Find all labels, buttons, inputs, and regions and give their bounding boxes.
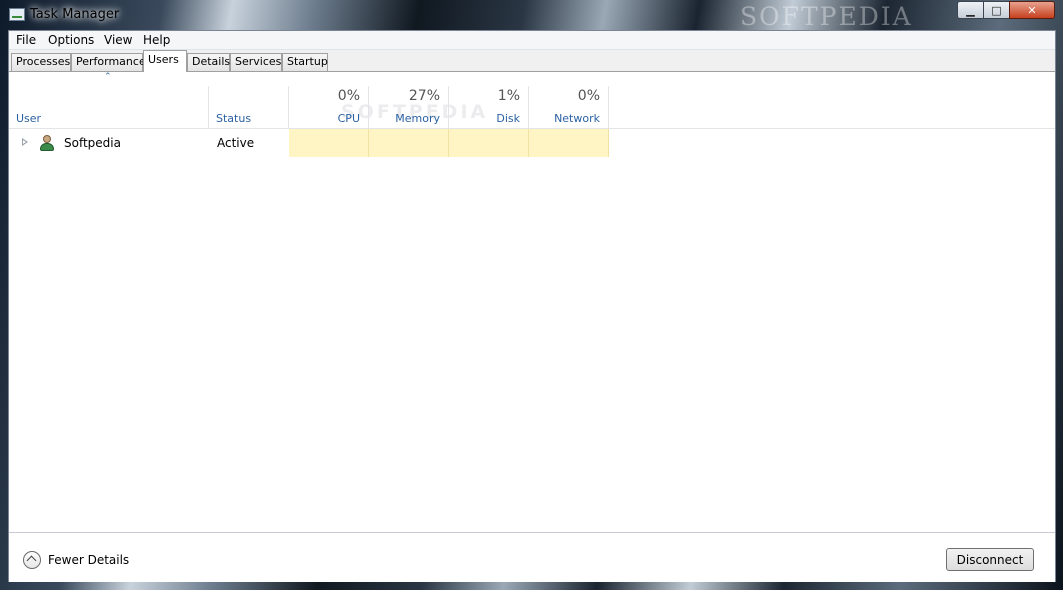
- collapse-arrow-icon[interactable]: ⌃: [104, 72, 112, 82]
- user-icon-head: [43, 135, 51, 143]
- tab-services[interactable]: Services: [230, 53, 282, 71]
- tab-users[interactable]: Users: [143, 50, 187, 72]
- tab-startup[interactable]: Startup: [282, 53, 328, 71]
- tab-details[interactable]: Details: [187, 53, 230, 71]
- task-manager-icon: [9, 8, 25, 21]
- menu-bar: File Options View Help: [9, 31, 1055, 50]
- window-controls: ▁ □ ✕: [957, 1, 1055, 19]
- window-title: Task Manager: [30, 7, 120, 22]
- column-label-memory: Memory: [395, 112, 440, 125]
- column-header-status[interactable]: Status: [209, 86, 289, 129]
- table-row[interactable]: Softpedia Active: [9, 129, 1055, 157]
- title-bar[interactable]: Task Manager SOFTPEDIA ▁ □ ✕: [0, 0, 1063, 31]
- user-status: Active: [217, 136, 255, 150]
- maximize-button[interactable]: □: [983, 1, 1010, 19]
- network-cell: [529, 129, 609, 157]
- column-label-user: User: [16, 112, 42, 125]
- tab-performance[interactable]: Performance: [71, 53, 146, 71]
- user-icon: [39, 135, 55, 151]
- task-manager-window: Task Manager SOFTPEDIA ▁ □ ✕ File Option…: [0, 0, 1063, 590]
- cpu-percent: 0%: [337, 88, 360, 104]
- fewer-details-link[interactable]: Fewer Details: [48, 553, 129, 567]
- column-label-status: Status: [216, 112, 252, 125]
- watermark: SOFTPEDIA: [740, 2, 913, 31]
- disconnect-button[interactable]: Disconnect: [946, 548, 1034, 571]
- tab-processes[interactable]: Processes: [11, 53, 71, 71]
- disk-percent: 1%: [497, 88, 520, 104]
- user-name: Softpedia: [64, 136, 121, 150]
- network-percent: 0%: [577, 88, 600, 104]
- minimize-icon: ▁: [966, 3, 975, 17]
- menu-options[interactable]: Options: [48, 33, 94, 47]
- cpu-cell: [289, 129, 369, 157]
- column-label-cpu: CPU: [337, 112, 360, 125]
- column-header-cpu[interactable]: 0% CPU: [289, 86, 369, 129]
- memory-percent: 27%: [408, 88, 440, 104]
- column-header-network[interactable]: 0% Network: [529, 86, 609, 129]
- column-header-user[interactable]: User: [9, 86, 209, 129]
- client-area: File Options View Help Processes Perform…: [8, 30, 1056, 582]
- close-button[interactable]: ✕: [1009, 1, 1055, 19]
- column-label-network: Network: [554, 112, 600, 125]
- close-icon: ✕: [1027, 3, 1037, 17]
- tab-strip: Processes Performance Users Details Serv…: [9, 50, 1055, 72]
- menu-view[interactable]: View: [104, 33, 132, 47]
- column-header-disk[interactable]: 1% Disk: [449, 86, 529, 129]
- chevron-up-icon[interactable]: [23, 551, 41, 569]
- maximize-icon: □: [991, 3, 1002, 17]
- user-icon-body: [40, 143, 54, 151]
- minimize-button[interactable]: ▁: [957, 1, 984, 19]
- column-header-memory[interactable]: 27% Memory: [369, 86, 449, 129]
- menu-file[interactable]: File: [16, 33, 36, 47]
- footer-bar: Fewer Details Disconnect: [9, 532, 1055, 582]
- memory-cell: [369, 129, 449, 157]
- disk-cell: [449, 129, 529, 157]
- column-label-disk: Disk: [496, 112, 520, 125]
- menu-help[interactable]: Help: [143, 33, 170, 47]
- expand-arrow-icon[interactable]: [22, 138, 28, 146]
